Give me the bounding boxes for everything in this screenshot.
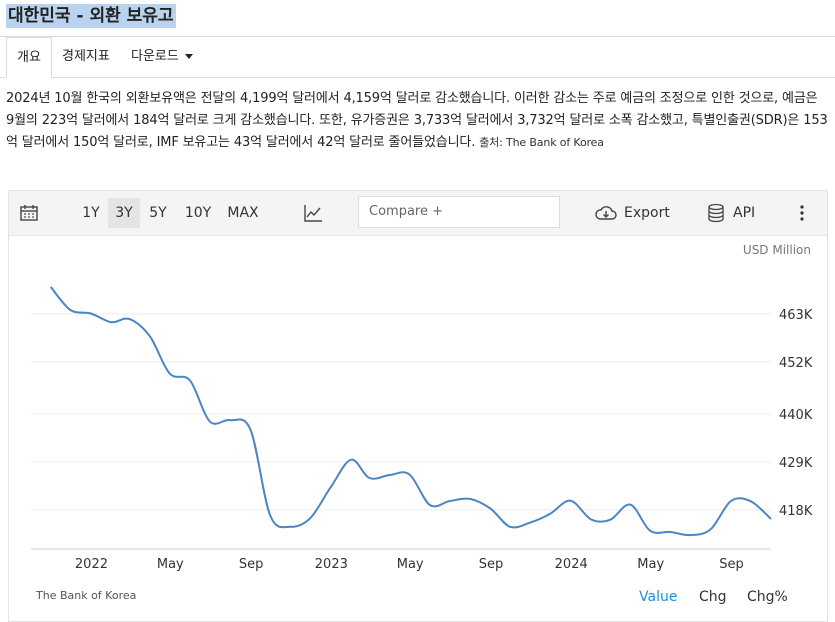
database-svg <box>708 203 724 223</box>
tab-indicators[interactable]: 경제지표 <box>52 37 120 77</box>
range-10y[interactable]: 10Y <box>179 198 217 228</box>
caret-down-icon <box>184 54 193 59</box>
calendar-svg <box>20 205 38 221</box>
cloud-download-icon[interactable] <box>593 198 619 228</box>
y-tick-label: 440K <box>779 408 813 423</box>
x-tick-label: 2024 <box>555 557 588 572</box>
more-svg <box>800 205 804 221</box>
y-tick-label: 429K <box>779 456 813 471</box>
summary-body: 2024년 10월 한국의 외환보유액은 전달의 4,199억 달러에서 4,1… <box>6 91 828 150</box>
view-chg-button[interactable]: Chg <box>699 589 727 605</box>
range-5y[interactable]: 5Y <box>142 198 174 228</box>
y-tick-label: 418K <box>779 504 813 519</box>
tab-download-label: 다운로드 <box>131 49 179 64</box>
x-tick-label: Sep <box>479 557 504 572</box>
tab-overview[interactable]: 개요 <box>6 37 52 78</box>
range-1y[interactable]: 1Y <box>75 198 107 228</box>
title-bar: 대한민국 - 외환 보유고 <box>0 0 835 37</box>
chart-toolbar: 1Y 3Y 5Y 10Y MAX Compare + Export API <box>9 191 827 236</box>
x-tick-label: May <box>397 557 424 572</box>
source-note: 출처: The Bank of Korea <box>479 136 604 149</box>
tab-download[interactable]: 다운로드 <box>121 37 203 77</box>
export-button[interactable]: Export <box>624 198 674 228</box>
range-max[interactable]: MAX <box>223 198 263 228</box>
x-tick-label: May <box>637 557 664 572</box>
y-tick-label: 452K <box>779 356 813 371</box>
line-chart: USD Million 418K 429K 440K 452K 463K 2022 May Se… <box>31 243 813 572</box>
x-tick-label: May <box>157 557 184 572</box>
y-unit-label: USD Million <box>743 243 811 257</box>
line-chart-svg <box>304 205 322 222</box>
tab-bar: 개요 경제지표 다운로드 <box>0 37 835 78</box>
line-chart-icon[interactable] <box>301 198 325 228</box>
x-tick-label: Sep <box>719 557 744 572</box>
compare-input[interactable]: Compare + <box>358 196 560 228</box>
api-button[interactable]: API <box>733 198 763 228</box>
chart-credit: The Bank of Korea <box>36 589 137 602</box>
cloud-svg <box>595 206 617 220</box>
y-tick-label: 463K <box>779 308 813 323</box>
view-value-button[interactable]: Value <box>639 589 677 605</box>
more-vertical-icon[interactable] <box>795 198 809 228</box>
view-chgpct-button[interactable]: Chg% <box>747 589 788 605</box>
series-line <box>49 286 772 537</box>
summary-text: 2024년 10월 한국의 외환보유액은 전달의 4,199억 달러에서 4,1… <box>6 88 828 154</box>
database-icon[interactable] <box>706 198 726 228</box>
chart-panel: 1Y 3Y 5Y 10Y MAX Compare + Export API US… <box>8 190 828 622</box>
calendar-icon[interactable] <box>17 198 41 228</box>
x-tick-label: 2022 <box>75 557 108 572</box>
x-tick-label: Sep <box>239 557 264 572</box>
x-tick-label: 2023 <box>315 557 348 572</box>
range-3y[interactable]: 3Y <box>108 198 140 228</box>
page-title: 대한민국 - 외환 보유고 <box>6 4 176 28</box>
